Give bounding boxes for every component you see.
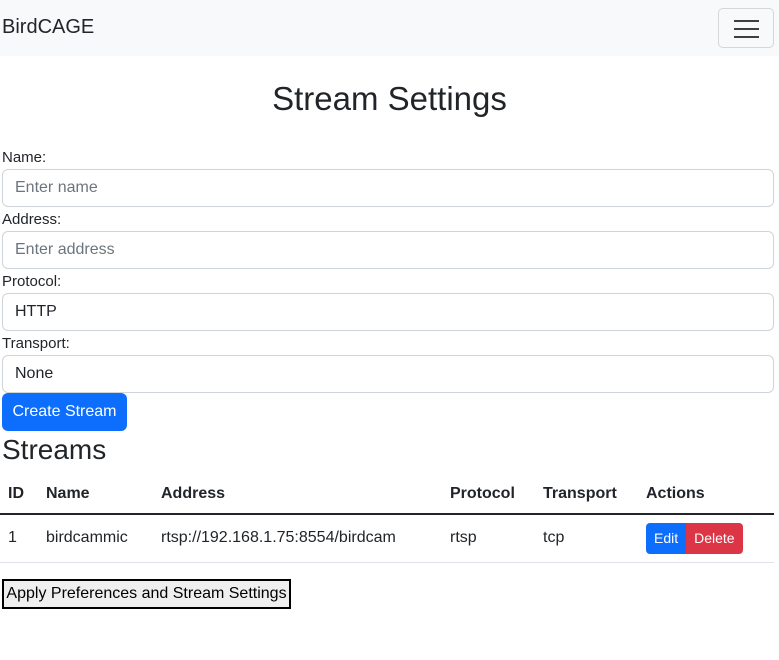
stream-actions-cell: Edit Delete — [638, 514, 774, 563]
stream-address-cell: rtsp://192.168.1.75:8554/birdcam — [153, 514, 442, 563]
stream-id-cell: 1 — [0, 514, 38, 563]
transport-select[interactable]: None — [2, 355, 774, 393]
apply-settings-button[interactable]: Apply Preferences and Stream Settings — [2, 579, 291, 609]
column-header-actions: Actions — [638, 474, 774, 515]
name-label: Name: — [2, 149, 47, 166]
edit-stream-button[interactable]: Edit — [646, 522, 687, 554]
address-input[interactable] — [2, 231, 774, 269]
navbar-toggler-button[interactable] — [718, 8, 774, 48]
delete-stream-button[interactable]: Delete — [686, 522, 743, 554]
column-header-id: ID — [0, 474, 38, 515]
table-header-row: ID Name Address Protocol Transport Actio… — [0, 474, 774, 515]
column-header-name: Name — [38, 474, 153, 515]
column-header-protocol: Protocol — [442, 474, 535, 515]
protocol-label: Protocol: — [2, 273, 62, 290]
column-header-address: Address — [153, 474, 442, 515]
address-label: Address: — [2, 211, 62, 228]
hamburger-icon — [734, 20, 759, 22]
protocol-select[interactable]: HTTP — [2, 293, 774, 331]
create-stream-button[interactable]: Create Stream — [2, 393, 127, 431]
stream-protocol-cell: rtsp — [442, 514, 535, 563]
stream-transport-cell: tcp — [535, 514, 638, 563]
name-input[interactable] — [2, 169, 774, 207]
navbar: BirdCAGE — [0, 0, 779, 56]
streams-title: Streams — [2, 434, 107, 465]
column-header-transport: Transport — [535, 474, 638, 515]
brand-link[interactable]: BirdCAGE — [2, 16, 94, 39]
page-title: Stream Settings — [272, 80, 507, 117]
table-row: 1 birdcammic rtsp://192.168.1.75:8554/bi… — [0, 514, 774, 563]
transport-label: Transport: — [2, 335, 70, 352]
streams-table: ID Name Address Protocol Transport Actio… — [0, 474, 774, 563]
stream-name-cell: birdcammic — [38, 514, 153, 563]
